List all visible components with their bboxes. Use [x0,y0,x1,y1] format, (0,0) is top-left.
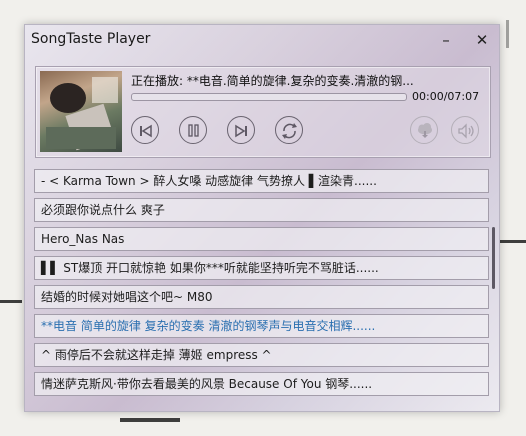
desktop-ink-stroke [500,240,526,243]
playlist-item[interactable]: 必须跟你说点什么 爽子 [34,198,489,222]
playlist-item[interactable]: ^ 雨停后不会就这样走掉 薄姬 empress ^ [34,343,489,367]
desktop-ink-stroke [0,300,22,303]
playlist-item[interactable]: 情迷萨克斯风·带你去看最美的风景 Because Of You 钢琴...... [34,372,489,396]
desktop-ink-stroke [120,418,180,422]
download-icon [418,123,432,138]
time-display: 00:00/07:07 [412,90,480,103]
repeat-button[interactable] [275,116,303,144]
window-title: SongTaste Player [31,31,151,47]
playlist-item[interactable]: 结婚的时候对她唱这个吧~ M80 [34,285,489,309]
download-button[interactable] [410,116,438,144]
playlist-item[interactable]: Hero_Nas Nas [34,227,489,251]
playlist-item[interactable]: ▌▌ ST爆顶 开口就惊艳 如果你***听就能坚持听完不骂脏话...... [34,256,489,280]
previous-button[interactable] [131,116,159,144]
next-button[interactable] [227,116,255,144]
title-bar[interactable]: SongTaste Player – ✕ [25,25,499,55]
minimize-button[interactable]: – [435,29,457,51]
previous-icon [140,124,152,138]
volume-icon [458,123,474,139]
repeat-icon [282,123,297,139]
now-playing-panel: 正在播放: **电音.简单的旋律.复杂的变奏.清澈的钢... 00:00/07:… [35,66,491,158]
next-icon [235,124,247,138]
playlist-scrollbar[interactable] [492,227,495,289]
close-button[interactable]: ✕ [471,29,493,51]
album-cover [40,71,122,152]
playlist-item[interactable]: - < Karma Town > 醉人女嗓 动感旋律 气势撩人 ▌渲染青....… [34,169,489,193]
desktop-ink-stroke [506,20,509,48]
volume-button[interactable] [451,116,479,144]
progress-bar[interactable] [131,93,407,101]
pause-icon [188,124,199,137]
player-window: SongTaste Player – ✕ 正在播放: **电音.简单的旋律.复杂… [24,24,500,412]
now-playing-text: 正在播放: **电音.简单的旋律.复杂的变奏.清澈的钢... [131,74,414,88]
playlist-item-current[interactable]: **电音 简单的旋律 复杂的变奏 清澈的钢琴声与电音交相辉...... [34,314,489,338]
pause-button[interactable] [179,116,207,144]
